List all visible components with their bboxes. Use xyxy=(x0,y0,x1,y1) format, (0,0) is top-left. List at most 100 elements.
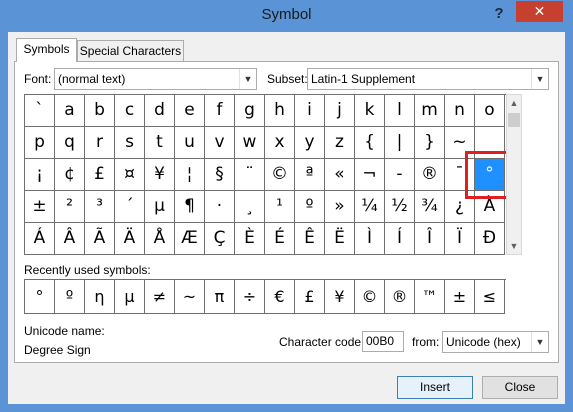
symbol-cell[interactable]: Ä xyxy=(115,223,145,255)
symbol-cell[interactable]: z xyxy=(325,127,355,159)
symbol-cell[interactable]: ¸ xyxy=(235,191,265,223)
recent-symbol-cell[interactable]: µ xyxy=(115,280,145,314)
symbol-cell[interactable]: « xyxy=(325,159,355,191)
symbol-cell[interactable]: Å xyxy=(145,223,175,255)
symbol-cell[interactable]: v xyxy=(205,127,235,159)
recent-symbol-cell[interactable]: ™ xyxy=(415,280,445,314)
symbol-cell[interactable]: j xyxy=(325,95,355,127)
symbol-cell[interactable]: g xyxy=(235,95,265,127)
from-select[interactable]: Unicode (hex) ▼ xyxy=(442,331,549,353)
symbol-cell[interactable]: h xyxy=(265,95,295,127)
recent-symbol-cell[interactable]: ¥ xyxy=(325,280,355,314)
symbol-cell[interactable]: t xyxy=(145,127,175,159)
character-code-input[interactable]: 00B0 xyxy=(362,331,404,352)
chevron-down-icon[interactable]: ▼ xyxy=(239,69,256,89)
symbol-grid-scrollbar[interactable]: ▲ ▼ xyxy=(506,94,522,255)
symbol-cell[interactable]: ± xyxy=(25,191,55,223)
symbol-cell[interactable]: µ xyxy=(145,191,175,223)
symbol-cell[interactable]: Â xyxy=(55,223,85,255)
symbol-cell[interactable]: È xyxy=(235,223,265,255)
symbol-cell[interactable]: ½ xyxy=(385,191,415,223)
symbol-cell[interactable]: ² xyxy=(55,191,85,223)
symbol-cell[interactable]: m xyxy=(415,95,445,127)
symbol-cell[interactable]: } xyxy=(415,127,445,159)
symbol-cell[interactable]: c xyxy=(115,95,145,127)
symbol-cell[interactable]: Ì xyxy=(355,223,385,255)
symbol-cell[interactable]: l xyxy=(385,95,415,127)
symbol-cell[interactable]: ¼ xyxy=(355,191,385,223)
symbol-cell[interactable]: a xyxy=(55,95,85,127)
symbol-cell[interactable]: { xyxy=(355,127,385,159)
symbol-cell[interactable]: Æ xyxy=(175,223,205,255)
symbol-cell[interactable]: · xyxy=(205,191,235,223)
recent-symbol-cell[interactable]: ~ xyxy=(175,280,205,314)
recent-symbol-cell[interactable]: ≤ xyxy=(475,280,505,314)
symbol-cell[interactable]: º xyxy=(295,191,325,223)
symbol-cell[interactable]: x xyxy=(265,127,295,159)
symbol-cell[interactable]: Ï xyxy=(445,223,475,255)
symbol-cell[interactable]: r xyxy=(85,127,115,159)
recent-symbol-cell[interactable]: π xyxy=(205,280,235,314)
chevron-down-icon[interactable]: ▼ xyxy=(531,69,548,89)
symbol-cell[interactable]: £ xyxy=(85,159,115,191)
symbol-cell[interactable]: ¾ xyxy=(415,191,445,223)
symbol-cell[interactable]: d xyxy=(145,95,175,127)
symbol-cell[interactable]: Ë xyxy=(325,223,355,255)
close-button[interactable]: Close xyxy=(482,376,558,399)
symbol-cell[interactable]: Ã xyxy=(85,223,115,255)
symbol-cell[interactable]: ` xyxy=(25,95,55,127)
symbol-cell[interactable]: ¶ xyxy=(175,191,205,223)
recent-symbol-cell[interactable]: € xyxy=(265,280,295,314)
scroll-thumb[interactable] xyxy=(508,113,520,127)
symbol-cell[interactable]: ¢ xyxy=(55,159,85,191)
chevron-down-icon[interactable]: ▼ xyxy=(531,332,548,352)
symbol-cell[interactable]: w xyxy=(235,127,265,159)
symbol-cell[interactable]: Î xyxy=(415,223,445,255)
symbol-cell[interactable]: ¤ xyxy=(115,159,145,191)
symbol-cell[interactable]: | xyxy=(385,127,415,159)
symbol-cell[interactable]: Á xyxy=(25,223,55,255)
symbol-cell[interactable]: u xyxy=(175,127,205,159)
recent-symbol-cell[interactable]: ° xyxy=(25,280,55,314)
symbol-cell[interactable]: k xyxy=(355,95,385,127)
symbol-cell[interactable]: ¡ xyxy=(25,159,55,191)
symbol-cell[interactable]: Ç xyxy=(205,223,235,255)
insert-button[interactable]: Insert xyxy=(397,376,473,399)
symbol-cell[interactable]: Ð xyxy=(475,223,505,255)
recent-symbol-cell[interactable]: º xyxy=(55,280,85,314)
symbol-cell[interactable]: o xyxy=(475,95,505,127)
symbol-cell[interactable]: y xyxy=(295,127,325,159)
tab-special-characters[interactable]: Special Characters xyxy=(77,40,184,61)
symbol-cell[interactable]: ¦ xyxy=(175,159,205,191)
symbol-cell[interactable]: ® xyxy=(415,159,445,191)
symbol-cell[interactable]: ¥ xyxy=(145,159,175,191)
symbol-cell[interactable]: s xyxy=(115,127,145,159)
subset-select[interactable]: Latin-1 Supplement ▼ xyxy=(307,68,549,90)
symbol-cell[interactable]: ´ xyxy=(115,191,145,223)
recent-symbol-cell[interactable]: ≠ xyxy=(145,280,175,314)
symbol-cell[interactable]: É xyxy=(265,223,295,255)
recent-symbol-cell[interactable]: η xyxy=(85,280,115,314)
symbol-cell[interactable]: Ê xyxy=(295,223,325,255)
scroll-up-icon[interactable]: ▲ xyxy=(507,95,521,111)
recent-symbol-cell[interactable]: © xyxy=(355,280,385,314)
symbol-cell[interactable]: f xyxy=(205,95,235,127)
recent-symbol-cell[interactable]: ± xyxy=(445,280,475,314)
title-bar[interactable]: Symbol ? ✕ xyxy=(0,0,573,32)
symbol-cell[interactable]: ¹ xyxy=(265,191,295,223)
help-button[interactable]: ? xyxy=(488,4,510,24)
symbol-cell[interactable]: ¬ xyxy=(355,159,385,191)
symbol-cell[interactable]: ª xyxy=(295,159,325,191)
symbol-cell[interactable]: Í xyxy=(385,223,415,255)
symbol-cell[interactable]: ³ xyxy=(85,191,115,223)
symbol-cell[interactable]: © xyxy=(265,159,295,191)
recent-symbol-cell[interactable]: ÷ xyxy=(235,280,265,314)
window-close-button[interactable]: ✕ xyxy=(516,1,563,22)
symbol-cell[interactable]: b xyxy=(85,95,115,127)
symbol-cell[interactable]: - xyxy=(385,159,415,191)
font-select[interactable]: (normal text) ▼ xyxy=(54,68,257,90)
symbol-cell[interactable]: p xyxy=(25,127,55,159)
symbol-cell[interactable]: n xyxy=(445,95,475,127)
symbol-cell[interactable]: » xyxy=(325,191,355,223)
tab-symbols[interactable]: Symbols xyxy=(16,38,77,62)
